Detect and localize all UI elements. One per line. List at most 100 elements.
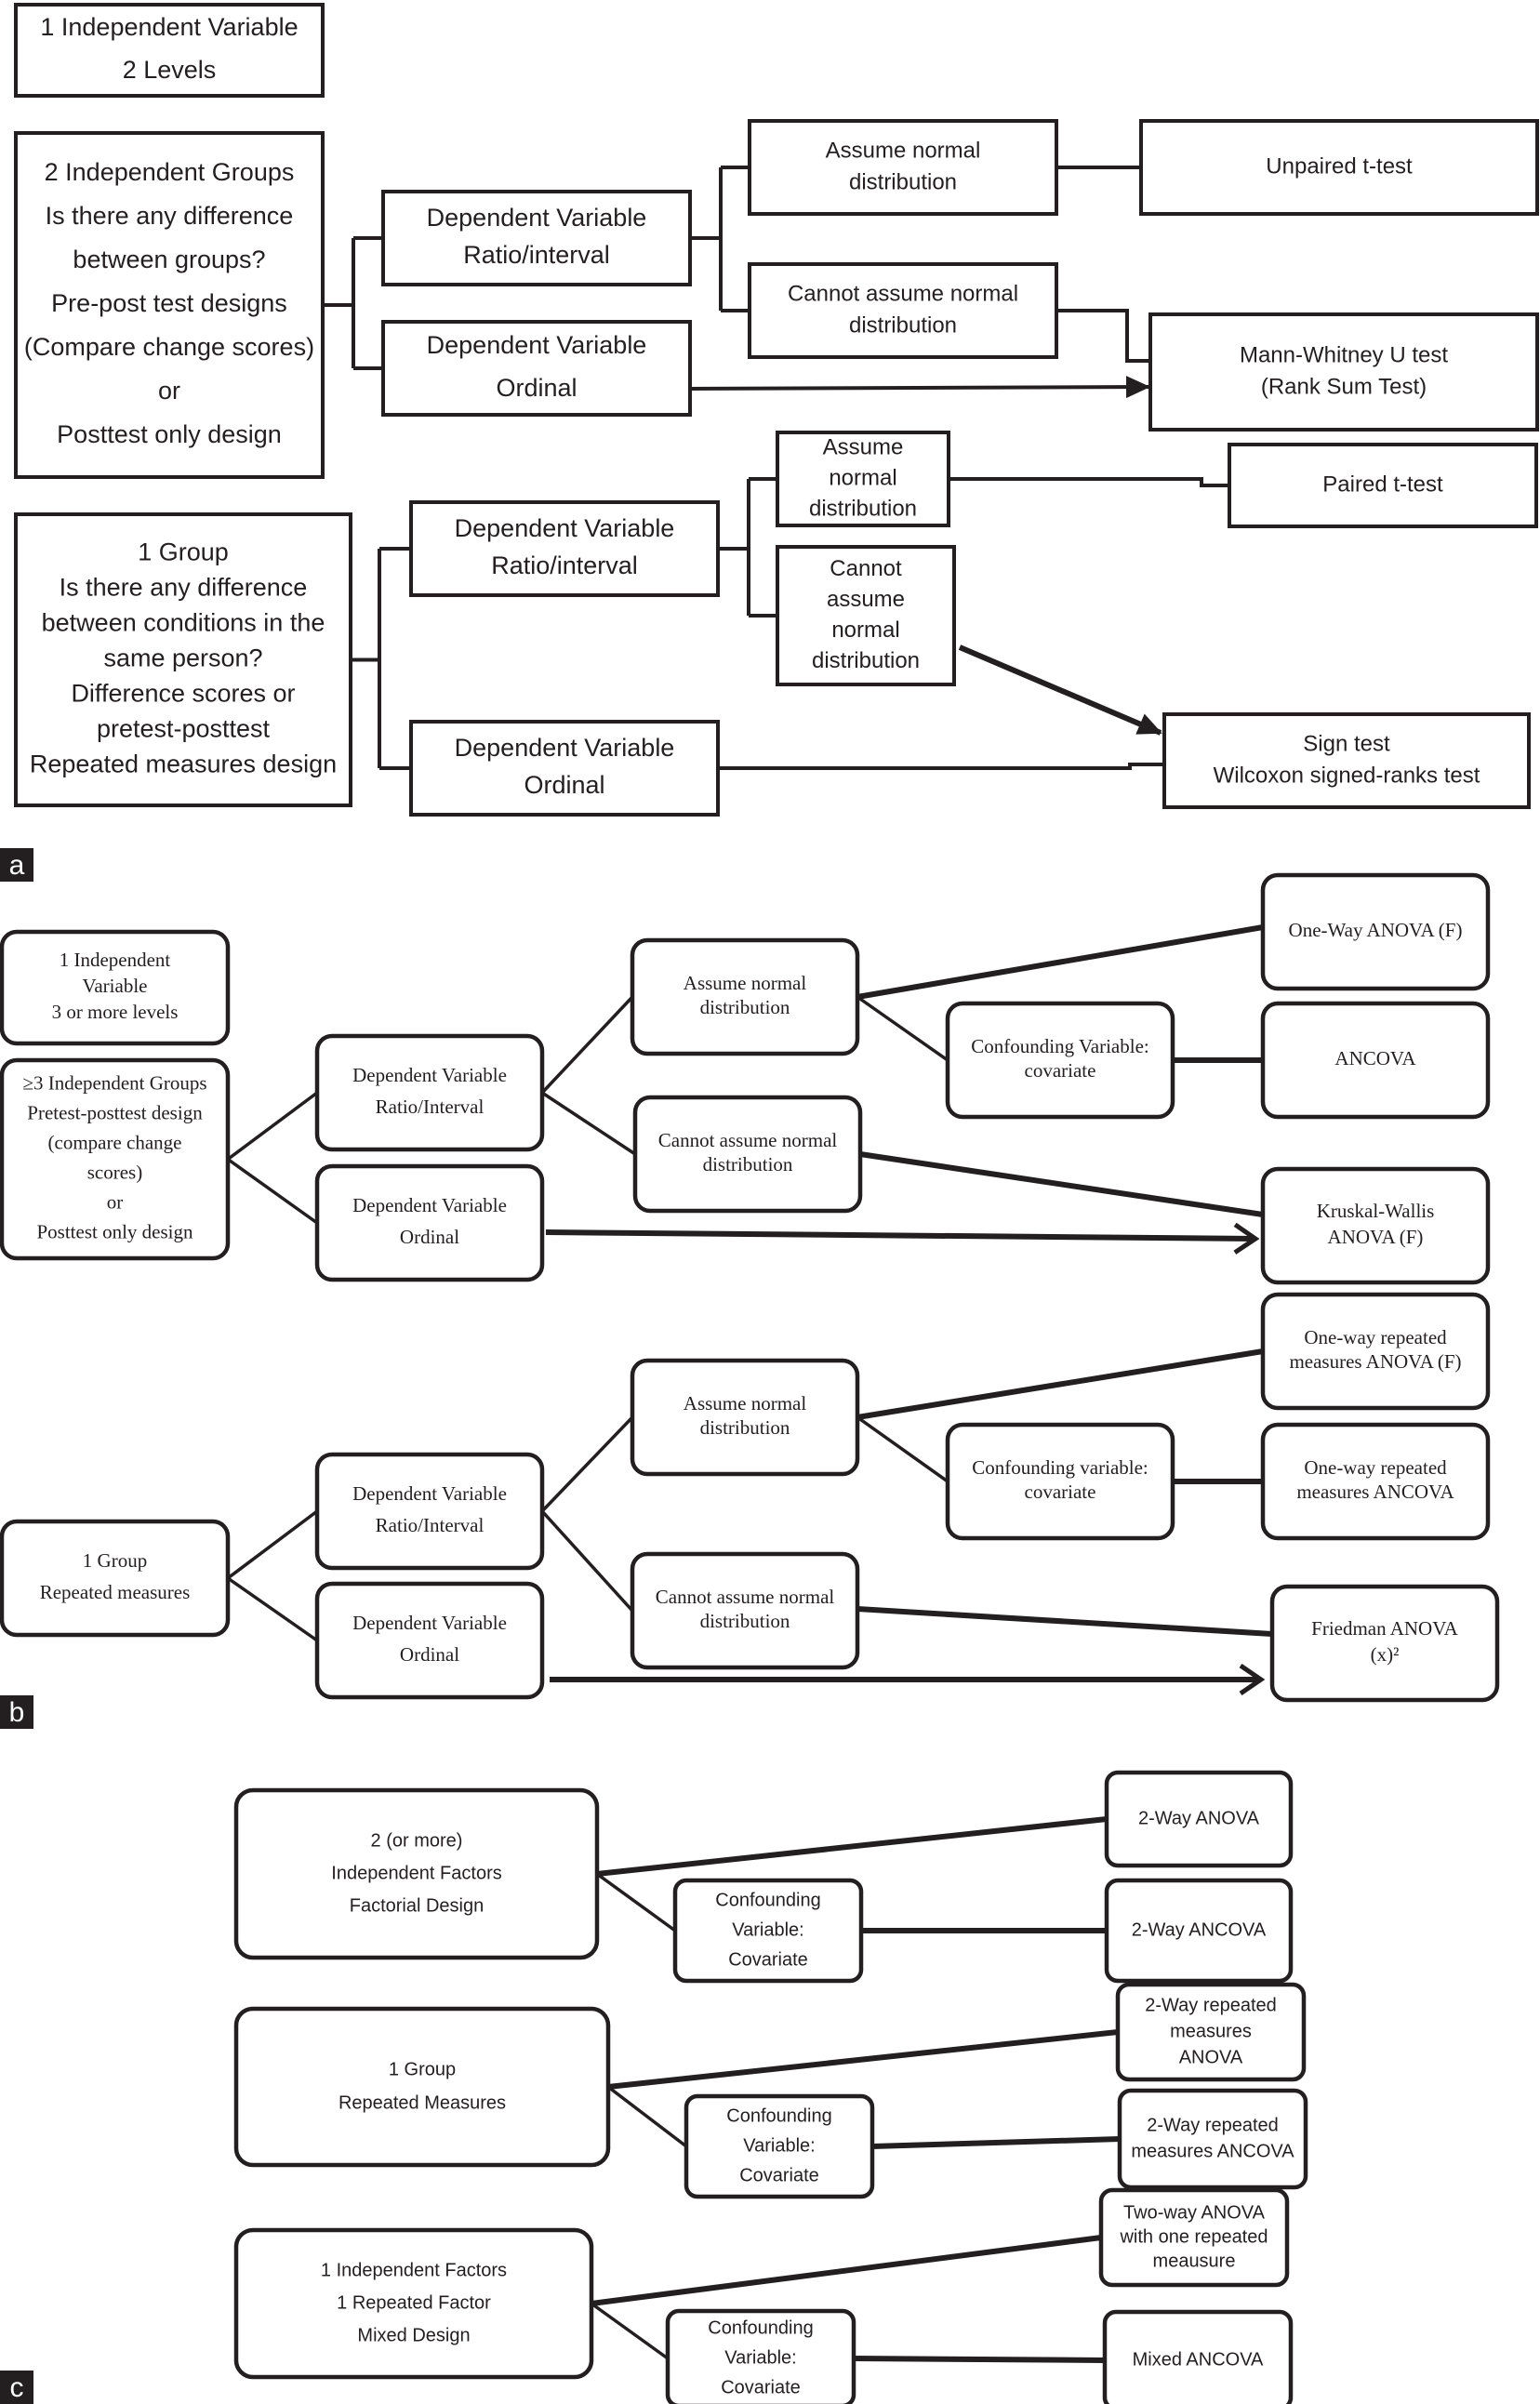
node-text-line: 2-Way ANCOVA [1132, 1919, 1267, 1940]
panel-b-node-friedman: Friedman ANOVA (x)² [1269, 1584, 1500, 1703]
node-text-line: Ordinal [400, 1643, 459, 1666]
panel-c-node-two-way-ancova: 2-Way ANCOVA [1104, 1878, 1294, 1984]
node-box [314, 1452, 545, 1571]
node-text-line: Is there any difference [46, 202, 294, 230]
connector-b-to-confound [856, 995, 949, 1062]
panel-c-node-confound-2: Confounding Variable: Covariate [684, 2093, 875, 2199]
node-text-line: or [158, 377, 180, 405]
node-text-line: Assume [823, 434, 904, 459]
node-text-line: One-way repeated [1304, 1456, 1447, 1479]
node-text-line: Unpaired t-test [1266, 153, 1413, 179]
panel-a-node-two-groups: 2 Independent Groups Is there any differe… [14, 131, 325, 479]
node-text-line: distribution [703, 1153, 793, 1175]
node-text-line: same person? [103, 644, 262, 672]
panel-c-node-mixed: 1 Independent Factors 1 Repeated Factor Mi… [233, 2227, 594, 2380]
connector-c-confound-to-mixed-ancova [853, 2356, 1106, 2363]
panel-b-node-rm-anova: One-way repeatedmeasures ANOVA (F) [1260, 1292, 1491, 1411]
node-text-line: measures [1170, 2021, 1252, 2041]
node-text-line: 1 Independent Factors [321, 2260, 507, 2280]
node-box [748, 262, 1058, 359]
panel-b-node-dv-ordinal-1: Dependent Variable Ordinal [314, 1163, 545, 1282]
node-text-line: Ratio/Interval [376, 1096, 485, 1118]
panel-a-node-dv-ordinal-1: Dependent Variable Ordinal [381, 320, 692, 417]
node-text-line: distribution [812, 648, 920, 673]
node-text-line: distribution [700, 1610, 790, 1632]
node-text-line: Posttest only design [36, 1220, 193, 1242]
nodes: 1 Independent Variable 2 Levels 2 Independ… [0, 3, 1539, 2404]
node-text-line: distribution [700, 1416, 790, 1439]
node-text-line: measures ANOVA (F) [1289, 1350, 1461, 1373]
node-text-line: 1 Independent Variable [40, 13, 298, 41]
node-text-line: Confounding [708, 2318, 813, 2338]
node-text-line: Two-way ANOVA [1123, 2202, 1266, 2223]
node-text-line: Ratio/Interval [376, 1514, 485, 1536]
panel-c-node-two-way-anova: 2-Way ANOVA [1104, 1770, 1294, 1868]
panel-b-node-one-group: 1 Group Repeated measures [0, 1519, 231, 1638]
node-text-line: (compare change [48, 1131, 182, 1153]
node-text-line: Covariate [728, 1949, 808, 1970]
node-box [748, 119, 1058, 216]
node-box [233, 2006, 611, 2168]
node-text-line: Cannot assume normal [658, 1129, 838, 1151]
node-box [314, 1581, 545, 1700]
node-text-line: measures ANCOVA [1296, 1481, 1454, 1503]
node-text-line: Assume normal [826, 138, 981, 163]
node-text-line: Cannot assume normal [656, 1586, 835, 1608]
connector-c-factorial-to-two-way-anova [596, 1816, 1108, 1877]
panel-a-node-unpaired-t: Unpaired t-test [1139, 119, 1539, 216]
node-text-line: distribution [849, 169, 957, 194]
node-text-line: Cannot [830, 556, 902, 581]
node-text-line: measures ANCOVA [1131, 2141, 1294, 2161]
node-text-line: distribution [849, 312, 957, 338]
panel-a-node-assume-normal-2: Assume normal distribution [776, 431, 950, 527]
panel-a-node-dv-ratio-2: Dependent Variable Ratio/interval [409, 500, 720, 597]
connector-b-groups-to-dv [226, 1091, 319, 1225]
node-text-line: 1 Repeated Factor [337, 2292, 491, 2313]
connector-b-to-confound-2 [856, 1415, 949, 1483]
arrow-cannot-assume-to-sign-test [958, 644, 1162, 736]
node-text-line: Ordinal [400, 1226, 459, 1248]
node-text-line: assume [827, 587, 905, 612]
panel-label-text: c [10, 2372, 24, 2403]
node-text-line: Covariate [721, 2377, 801, 2397]
node-text-line: Covariate [739, 2165, 819, 2185]
connector-c-factorial-to-confound [595, 1872, 677, 1932]
node-text-line: Is there any difference [60, 574, 308, 602]
node-text-line: 1 Group [83, 1549, 147, 1572]
panel-b-node-three-groups: ≥3 Independent Groups Pretest-posttest de… [0, 1057, 231, 1261]
connector-c-mixed-to-confound [590, 2302, 670, 2360]
panel-a-node-cannot-assume-1: Cannot assume normal distribution [748, 262, 1058, 359]
connector-b-to-kruskal [859, 1151, 1264, 1217]
node-text-line: Variable: [724, 2347, 796, 2368]
node-text-line: 2 (or more) [371, 1830, 463, 1851]
panel-a-node-dv-ratio-1: Dependent Variable Ratio/interval [381, 190, 692, 286]
node-text-line: between groups? [73, 246, 265, 273]
node-text-line: covariate [1025, 1059, 1096, 1082]
node-text-line: ANOVA (F) [1328, 1226, 1424, 1248]
node-text-line: (Compare change scores) [24, 333, 314, 361]
panel-b-node-assume-normal-1: Assume normaldistribution [630, 937, 860, 1056]
connector-to-paired-t [949, 477, 1229, 487]
node-text-line: (x)² [1371, 1643, 1400, 1666]
node-text-line: Repeated measures design [30, 750, 337, 778]
node-text-line: Mann-Whitney U test [1240, 342, 1448, 367]
node-text-line: Paired t-test [1322, 472, 1443, 497]
panel-label-a: a [0, 848, 33, 882]
node-text-line: Pre-post test designs [51, 289, 287, 317]
node-text-line: Ordinal [496, 374, 577, 402]
node-text-line: Pretest-posttest design [27, 1101, 203, 1123]
node-text-line: Assume normal [684, 972, 807, 994]
panel-c-node-rm2-anova: 2-Way repeated measures ANOVA [1115, 1982, 1307, 2082]
node-text-line: Dependent Variable [352, 1194, 507, 1216]
node-text-line: Factorial Design [350, 1895, 485, 1916]
node-text-line: ≥3 Independent Groups [22, 1071, 206, 1094]
panel-a-node-cannot-assume-2: Cannot assume normal distribution [776, 545, 956, 686]
node-text-line: Dependent Variable [427, 331, 647, 359]
panel-b-node-assume-normal-2: Assume normaldistribution [630, 1358, 860, 1477]
node-text-line: or [107, 1190, 124, 1213]
arrow-b-ordinal-to-kruskal [545, 1232, 1255, 1239]
node-text-line: One-way repeated [1304, 1326, 1447, 1348]
node-text-line: between conditions in the [42, 609, 325, 637]
node-text-line: Difference scores or [71, 680, 295, 708]
arrow-ordinal-to-mann-whitney [689, 376, 1150, 399]
